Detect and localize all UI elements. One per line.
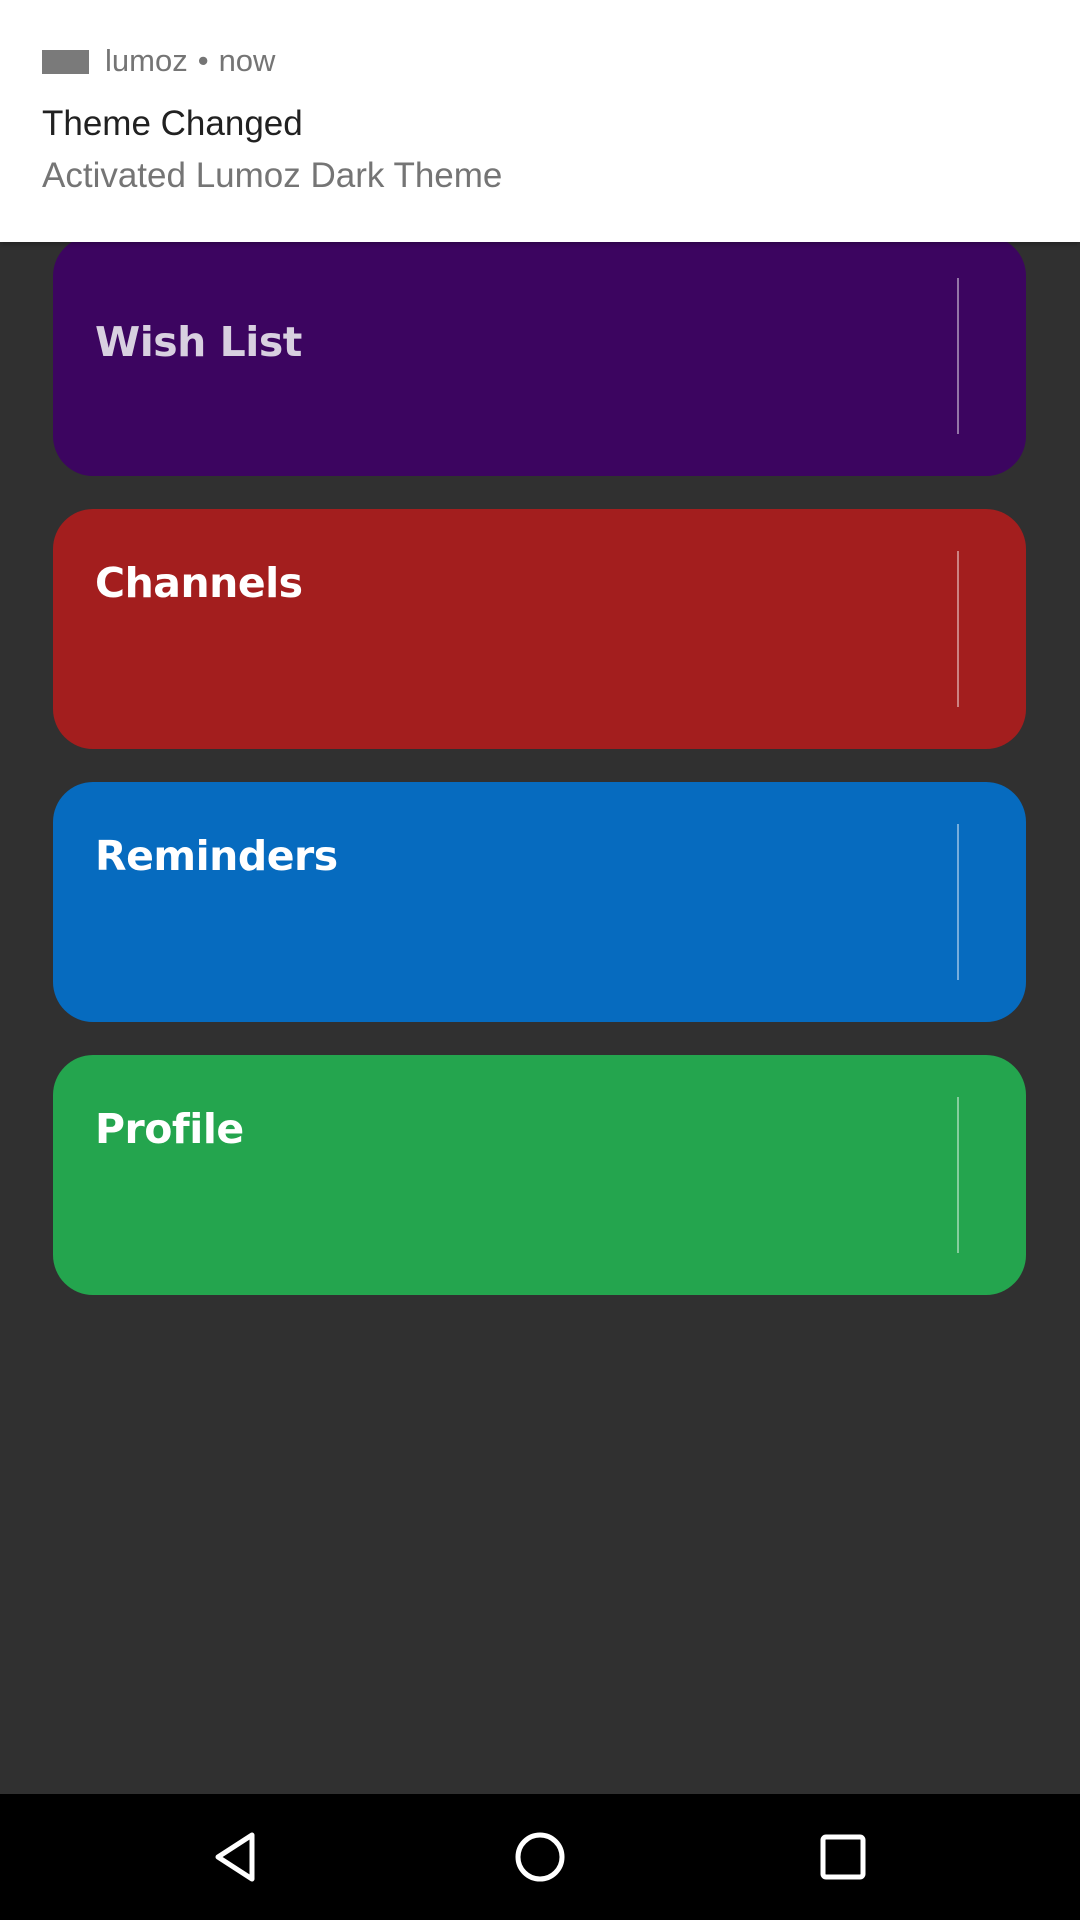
- notification-time: now: [218, 43, 276, 78]
- home-button[interactable]: [500, 1817, 580, 1897]
- notification-header: lumoz • now: [105, 43, 275, 79]
- navigation-bar: [0, 1794, 1080, 1920]
- card-wish-list[interactable]: Wish List: [53, 236, 1026, 476]
- card-divider: [957, 1097, 959, 1253]
- recents-icon: [820, 1834, 866, 1880]
- card-profile[interactable]: Profile: [53, 1055, 1026, 1295]
- separator-dot: •: [197, 43, 209, 78]
- back-button[interactable]: [196, 1817, 276, 1897]
- card-channels[interactable]: Channels: [53, 509, 1026, 749]
- recents-button[interactable]: [803, 1817, 883, 1897]
- home-icon: [515, 1832, 565, 1882]
- back-icon: [215, 1832, 255, 1882]
- card-label: Wish List: [95, 318, 302, 366]
- app-name: lumoz: [105, 43, 188, 78]
- card-label: Channels: [95, 559, 303, 607]
- card-label: Reminders: [95, 832, 338, 880]
- notification-text: Activated Lumoz Dark Theme: [42, 156, 503, 195]
- card-divider: [957, 824, 959, 980]
- screen: Wish List Channels Reminders Profile lum…: [0, 0, 1080, 1920]
- card-reminders[interactable]: Reminders: [53, 782, 1026, 1022]
- card-divider: [957, 551, 959, 707]
- app-icon: [42, 50, 89, 74]
- card-label: Profile: [95, 1105, 244, 1153]
- card-divider: [957, 278, 959, 434]
- notification[interactable]: lumoz • now Theme Changed Activated Lumoz …: [0, 0, 1080, 242]
- notification-title: Theme Changed: [42, 104, 303, 143]
